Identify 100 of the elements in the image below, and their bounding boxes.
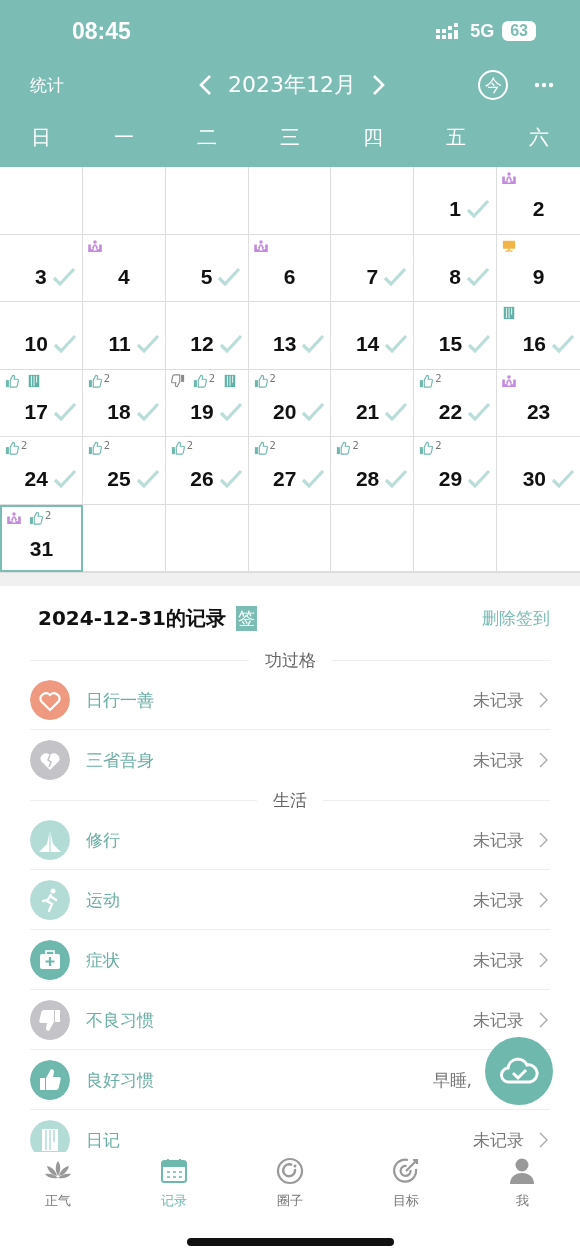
- meditation-icon: [7, 510, 21, 525]
- day-cell[interactable]: 2 29: [414, 437, 498, 505]
- day-number: 23: [526, 399, 551, 424]
- meditation-icon: [253, 238, 268, 253]
- day-cell[interactable]: 11: [82, 302, 166, 370]
- count-label: 2: [45, 510, 52, 521]
- thumbs-up-icon: [5, 441, 19, 455]
- record-value: 早睡,: [432, 1069, 472, 1090]
- day-cell[interactable]: 14: [331, 302, 415, 370]
- thumbs-up-icon: [87, 441, 102, 455]
- meditation-icon: [502, 373, 517, 388]
- tab-item[interactable]: 我: [464, 1156, 580, 1210]
- count-label: 2: [269, 441, 276, 451]
- month-title: 2023年12月: [228, 71, 356, 99]
- weekday-label: 五: [444, 124, 467, 151]
- day-cell[interactable]: 10: [0, 302, 83, 370]
- day-cell[interactable]: 2 24: [0, 437, 83, 505]
- count-label: 2: [103, 373, 111, 384]
- day-number: 5: [200, 264, 213, 289]
- tab-item[interactable]: 圈子: [232, 1156, 348, 1210]
- day-number: 17: [24, 399, 48, 424]
- day-cell[interactable]: 13: [248, 302, 332, 370]
- monitor-icon: [502, 238, 517, 253]
- record-value: 未记录: [473, 889, 524, 910]
- day-number: 15: [438, 332, 463, 356]
- count-label: 2: [21, 441, 28, 451]
- record-value: 未记录: [473, 949, 524, 970]
- record-value: 未记录: [473, 1130, 524, 1150]
- day-cell[interactable]: 6: [248, 234, 332, 302]
- day-cell[interactable]: 7: [331, 234, 415, 302]
- status-time: 08:45: [72, 17, 131, 45]
- day-cell[interactable]: 1: [414, 167, 498, 235]
- meditation-icon: [502, 171, 517, 185]
- day-cell[interactable]: 2 18: [82, 369, 166, 437]
- day-number: 26: [190, 467, 214, 491]
- day-number: 31: [29, 536, 54, 561]
- day-number: 20: [273, 399, 297, 424]
- thumbs-up-icon: [253, 441, 268, 455]
- person-icon: [507, 1156, 537, 1186]
- day-cell[interactable]: 15: [414, 302, 498, 370]
- day-number: 4: [117, 264, 130, 289]
- day-cell[interactable]: 2 28: [331, 437, 415, 505]
- previous-month-icon[interactable]: [198, 74, 214, 96]
- circle-icon: [275, 1156, 305, 1186]
- day-number: 28: [355, 467, 380, 491]
- record-value: 未记录: [473, 1009, 524, 1030]
- day-cell[interactable]: 2 19: [165, 369, 249, 437]
- day-cell[interactable]: 2 31: [0, 504, 83, 572]
- count-label: 2: [208, 373, 216, 384]
- day-number: 1: [449, 197, 462, 221]
- count-label: 2: [186, 441, 194, 451]
- book-icon: [502, 306, 517, 320]
- day-number: 13: [273, 332, 297, 356]
- next-month-icon[interactable]: [370, 74, 386, 96]
- more-icon[interactable]: [534, 82, 554, 88]
- tab-item[interactable]: 正气: [0, 1156, 116, 1210]
- day-number: 24: [24, 467, 48, 491]
- record-value: 未记录: [473, 829, 524, 850]
- day-number: 6: [283, 264, 296, 289]
- day-cell[interactable]: 21: [331, 369, 415, 437]
- thumbs-up-icon: [29, 510, 43, 525]
- meditation-icon: [87, 238, 102, 253]
- day-cell[interactable]: 5: [165, 234, 249, 302]
- count-label: 2: [435, 373, 442, 384]
- count-label: 2: [103, 441, 111, 451]
- day-cell[interactable]: 2 25: [82, 437, 166, 505]
- thumbs-up-icon: [419, 441, 434, 455]
- count-label: 2: [435, 441, 442, 451]
- day-cell[interactable]: 12: [165, 302, 249, 370]
- thumbs-up-icon: [170, 441, 185, 455]
- day-cell[interactable]: 8: [414, 234, 498, 302]
- day-number: 7: [366, 264, 379, 289]
- day-number: 21: [355, 399, 380, 424]
- target-icon: [391, 1156, 421, 1186]
- group-heading: 功过格: [264, 650, 316, 672]
- day-cell[interactable]: 2 20: [248, 369, 332, 437]
- day-cell[interactable]: 2 26: [165, 437, 249, 505]
- day-number: 22: [438, 399, 463, 424]
- day-cell[interactable]: 2 27: [248, 437, 332, 505]
- day-number: 30: [522, 467, 546, 491]
- record-value: 未记录: [473, 750, 524, 770]
- day-cell[interactable]: 4: [82, 234, 166, 302]
- day-cell[interactable]: 2 22: [414, 369, 498, 437]
- day-number: 12: [190, 332, 214, 356]
- day-number: 14: [355, 332, 380, 356]
- weekday-label: 六: [527, 124, 550, 151]
- day-number: 18: [107, 399, 131, 424]
- record-title: 2024-12-31的记录: [38, 604, 226, 632]
- book-icon: [27, 373, 41, 388]
- battery-indicator: 63: [502, 21, 536, 41]
- day-cell[interactable]: 17: [0, 369, 83, 437]
- weekday-label: 二: [196, 124, 219, 151]
- record-value: 未记录: [473, 689, 524, 710]
- day-number: 10: [24, 332, 48, 356]
- tab-item[interactable]: 目标: [348, 1156, 464, 1210]
- weekday-label: 三: [279, 124, 301, 151]
- thumbs-up-icon: [87, 373, 102, 388]
- count-label: 2: [269, 373, 276, 384]
- thumbs-up-icon: [419, 373, 434, 388]
- day-cell[interactable]: 3: [0, 234, 83, 302]
